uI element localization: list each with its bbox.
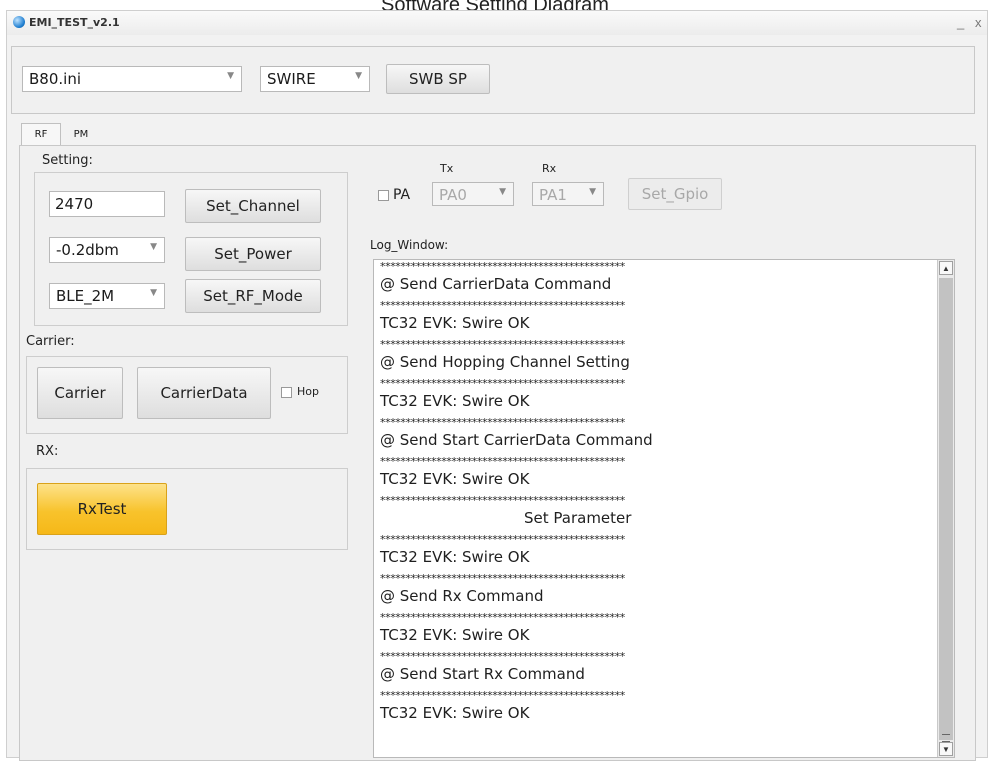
set-power-button[interactable]: Set_Power bbox=[185, 237, 321, 271]
rxtest-button[interactable]: RxTest bbox=[37, 483, 167, 535]
rf-mode-value: BLE_2M bbox=[56, 287, 115, 305]
pa-checkbox[interactable] bbox=[378, 190, 389, 201]
tx-pin-value: PA0 bbox=[439, 186, 467, 204]
interface-value: SWIRE bbox=[267, 70, 316, 88]
chevron-down-icon: ▼ bbox=[150, 242, 157, 252]
log-window-heading: Log_Window: bbox=[370, 238, 449, 252]
scroll-up-icon[interactable]: ▲ bbox=[939, 261, 953, 275]
log-separator: ****************************************… bbox=[380, 611, 625, 624]
rf-mode-select[interactable]: BLE_2M ▼ bbox=[49, 283, 165, 309]
app-window: EMI_TEST_v2.1 _ x B80.ini ▼ SWIRE ▼ SWB … bbox=[6, 10, 988, 761]
rx-group: RxTest bbox=[26, 468, 348, 550]
title-bar: EMI_TEST_v2.1 _ x bbox=[7, 11, 987, 35]
log-entry: Set Parameter bbox=[524, 509, 632, 527]
log-separator: ****************************************… bbox=[380, 650, 625, 663]
carrier-button[interactable]: Carrier bbox=[37, 367, 123, 419]
log-window[interactable]: ****************************************… bbox=[373, 259, 955, 758]
chevron-down-icon: ▼ bbox=[150, 288, 157, 298]
log-separator: ****************************************… bbox=[380, 299, 625, 312]
rx-pin-select[interactable]: PA1 ▼ bbox=[532, 182, 604, 206]
scroll-down-icon[interactable]: ▼ bbox=[939, 742, 953, 756]
tab-rf[interactable]: RF bbox=[21, 123, 61, 145]
grip-icon bbox=[942, 734, 950, 742]
log-entry: @ Send Hopping Channel Setting bbox=[380, 353, 630, 371]
minimize-button[interactable]: _ bbox=[957, 15, 964, 30]
log-separator: ****************************************… bbox=[380, 455, 625, 468]
chevron-down-icon: ▼ bbox=[589, 187, 596, 197]
log-entry: @ Send Rx Command bbox=[380, 587, 544, 605]
tx-label: Tx bbox=[440, 162, 454, 175]
log-entry: TC32 EVK: Swire OK bbox=[380, 548, 530, 566]
carrierdata-button[interactable]: CarrierData bbox=[137, 367, 271, 419]
set-channel-button[interactable]: Set_Channel bbox=[185, 189, 321, 223]
hop-label: Hop bbox=[297, 385, 319, 398]
window-title: EMI_TEST_v2.1 bbox=[29, 16, 120, 29]
chevron-down-icon: ▼ bbox=[499, 187, 506, 197]
log-entry: TC32 EVK: Swire OK bbox=[380, 314, 530, 332]
log-separator: ****************************************… bbox=[380, 689, 625, 702]
log-separator: ****************************************… bbox=[380, 416, 625, 429]
log-separator: ****************************************… bbox=[380, 377, 625, 390]
tx-pin-select[interactable]: PA0 ▼ bbox=[432, 182, 514, 206]
close-button[interactable]: x bbox=[975, 15, 982, 30]
log-separator: ****************************************… bbox=[380, 260, 625, 273]
log-entry: TC32 EVK: Swire OK bbox=[380, 470, 530, 488]
rx-pin-value: PA1 bbox=[539, 186, 567, 204]
power-select[interactable]: -0.2dbm ▼ bbox=[49, 237, 165, 263]
log-entry: TC32 EVK: Swire OK bbox=[380, 704, 530, 722]
pa-label: PA bbox=[393, 187, 411, 203]
log-scrollbar[interactable]: ▲ ▼ bbox=[937, 260, 954, 757]
rx-label: Rx bbox=[542, 162, 557, 175]
channel-input[interactable]: 2470 bbox=[49, 191, 165, 217]
log-entry: TC32 EVK: Swire OK bbox=[380, 392, 530, 410]
log-entry: @ Send Start Rx Command bbox=[380, 665, 585, 683]
tab-pm[interactable]: PM bbox=[61, 123, 101, 145]
log-entry: @ Send CarrierData Command bbox=[380, 275, 612, 293]
rx-heading: RX: bbox=[36, 444, 59, 459]
scroll-thumb[interactable] bbox=[939, 278, 953, 742]
config-file-value: B80.ini bbox=[29, 70, 81, 88]
connection-toolbar: B80.ini ▼ SWIRE ▼ SWB SP bbox=[11, 46, 975, 114]
power-value: -0.2dbm bbox=[56, 241, 119, 259]
carrier-heading: Carrier: bbox=[26, 334, 75, 349]
log-separator: ****************************************… bbox=[380, 494, 625, 507]
log-separator: ****************************************… bbox=[380, 533, 625, 546]
setting-group: 2470 Set_Channel -0.2dbm ▼ Set_Power BLE… bbox=[34, 172, 348, 326]
set-rf-mode-button[interactable]: Set_RF_Mode bbox=[185, 279, 321, 313]
log-separator: ****************************************… bbox=[380, 572, 625, 585]
set-gpio-button[interactable]: Set_Gpio bbox=[628, 178, 722, 210]
chevron-down-icon: ▼ bbox=[355, 71, 362, 81]
carrier-group: Carrier CarrierData Hop bbox=[26, 356, 348, 434]
interface-select[interactable]: SWIRE ▼ bbox=[260, 66, 370, 92]
setting-heading: Setting: bbox=[42, 153, 93, 168]
log-entry: @ Send Start CarrierData Command bbox=[380, 431, 653, 449]
chevron-down-icon: ▼ bbox=[227, 71, 234, 81]
log-entry: TC32 EVK: Swire OK bbox=[380, 626, 530, 644]
log-separator: ****************************************… bbox=[380, 338, 625, 351]
app-logo-icon bbox=[13, 16, 25, 28]
hop-checkbox[interactable] bbox=[281, 387, 292, 398]
swb-sp-button[interactable]: SWB SP bbox=[386, 64, 490, 94]
config-file-select[interactable]: B80.ini ▼ bbox=[22, 66, 242, 92]
